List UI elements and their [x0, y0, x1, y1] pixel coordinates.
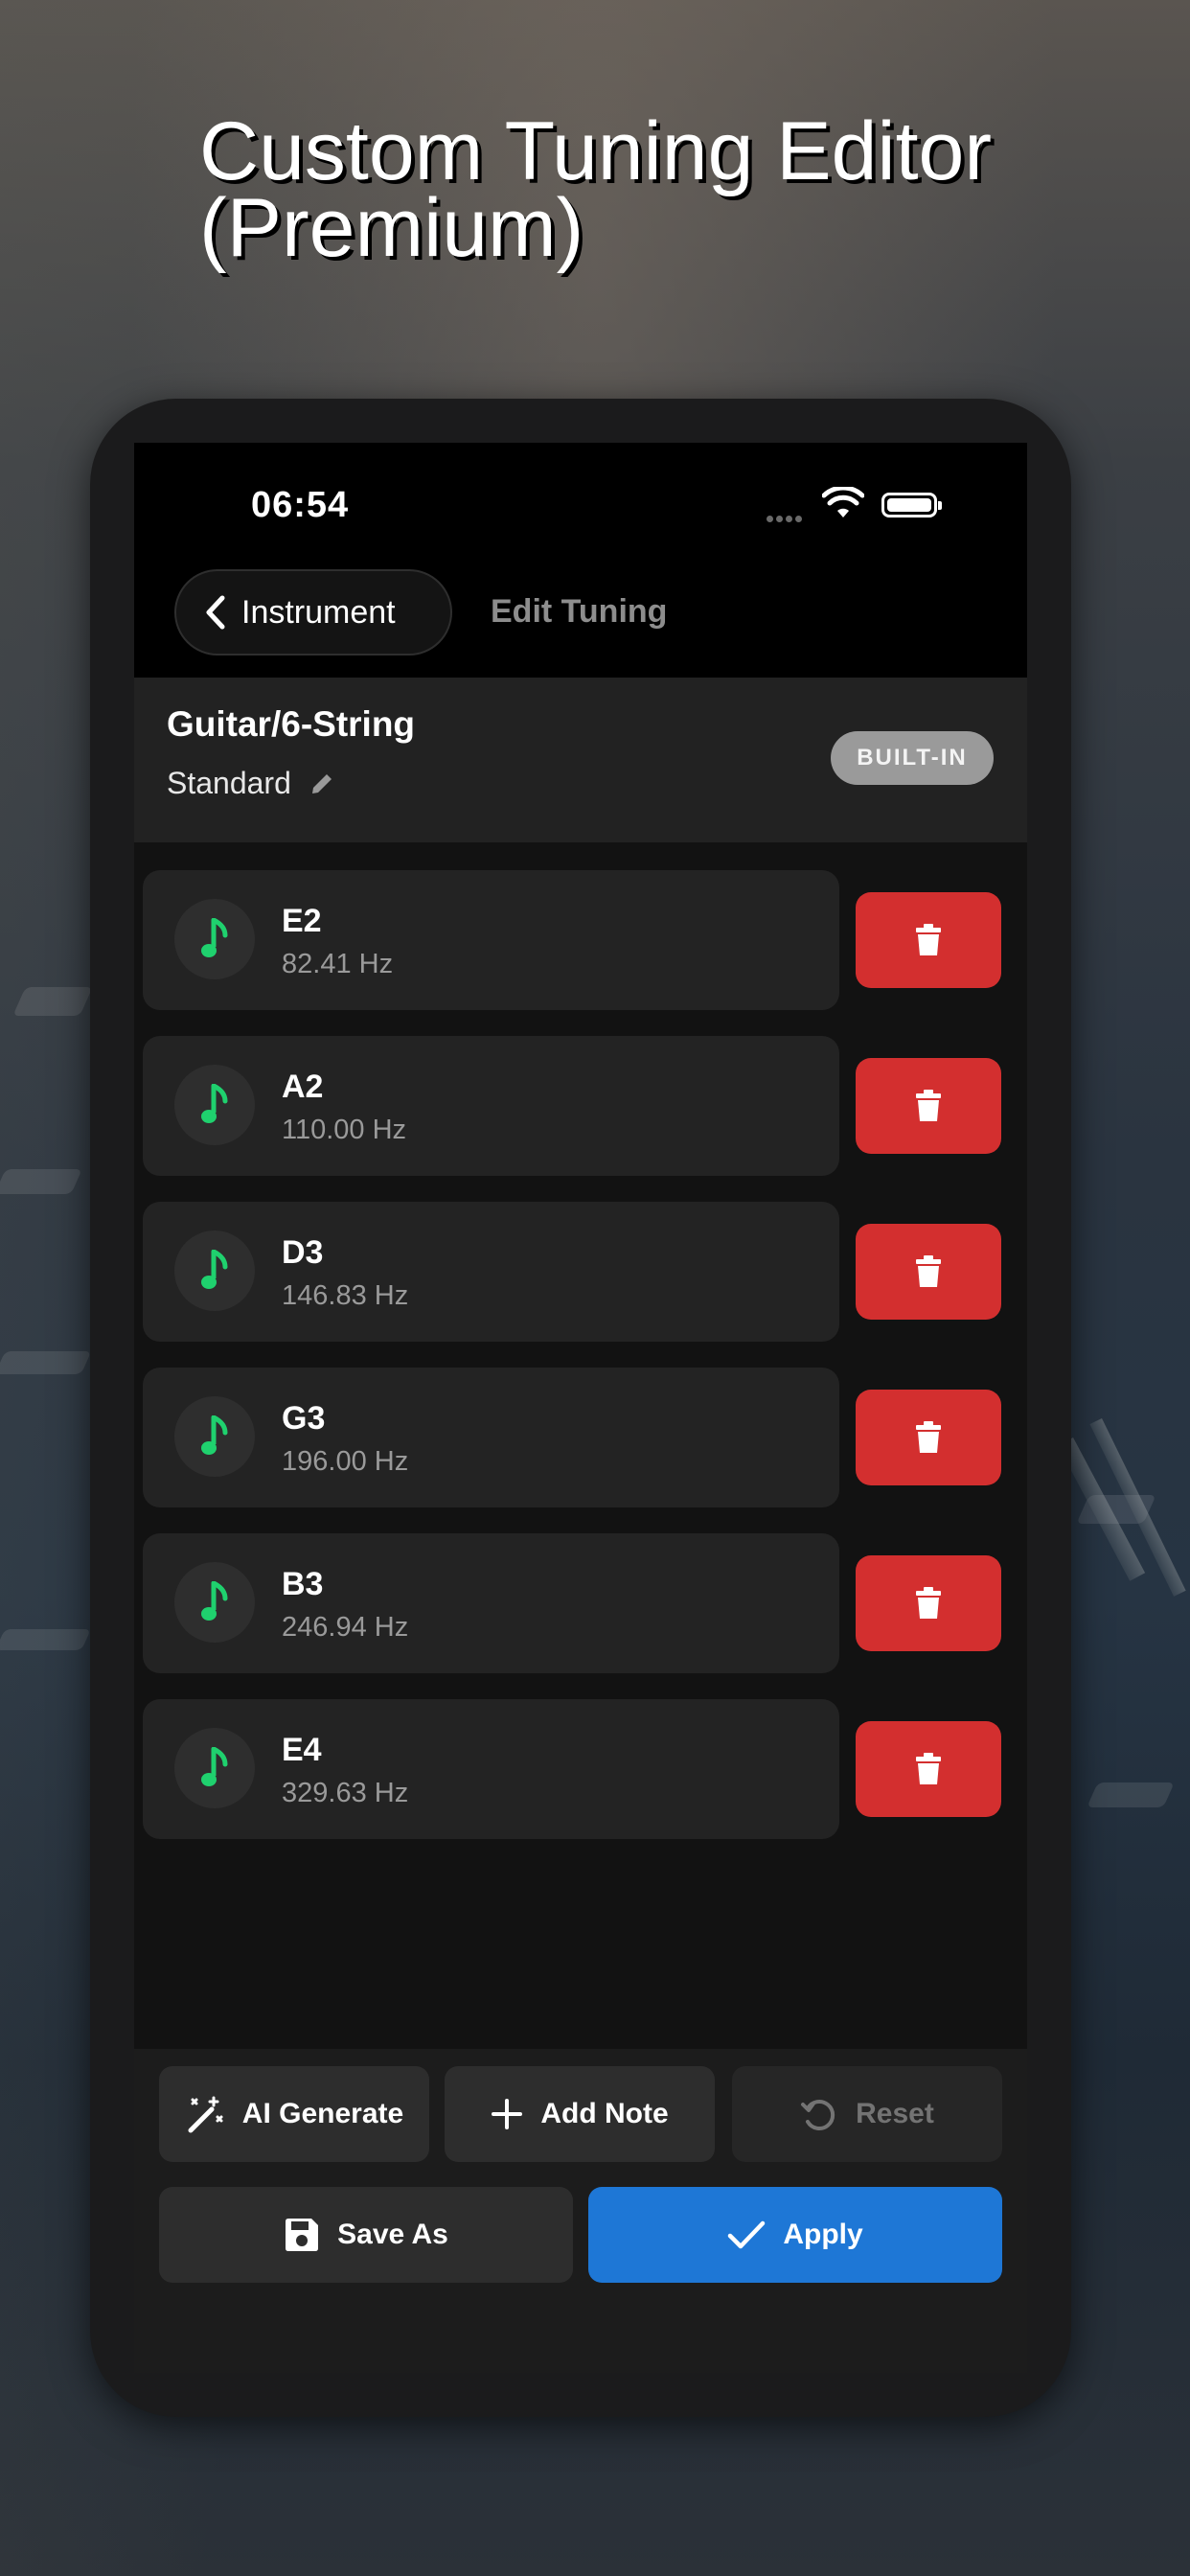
music-note-icon — [174, 1728, 255, 1808]
music-note-icon — [174, 1230, 255, 1311]
tuning-name-row[interactable]: Standard — [167, 766, 335, 801]
note-frequency: 110.00 Hz — [282, 1115, 407, 1145]
note-card[interactable]: D3 146.83 Hz — [143, 1202, 839, 1342]
back-button[interactable]: Instrument — [174, 569, 452, 656]
status-time: 06:54 — [251, 485, 350, 525]
note-row: A2 110.00 Hz — [143, 1036, 1008, 1176]
trash-icon — [916, 1587, 941, 1619]
headline: Custom Tuning Editor (Premium) — [199, 105, 992, 274]
ai-generate-button[interactable]: AI Generate — [159, 2066, 429, 2162]
wifi-icon — [822, 487, 864, 518]
built-in-badge: BUILT-IN — [831, 731, 994, 785]
action-bar: AI Generate Add Note Reset Save As Apply — [134, 2049, 1027, 2373]
apply-label: Apply — [783, 2219, 863, 2250]
note-card[interactable]: B3 246.94 Hz — [143, 1533, 839, 1673]
checkmark-icon — [728, 2220, 766, 2249]
trash-icon — [916, 1090, 941, 1121]
note-row: E4 329.63 Hz — [143, 1699, 1008, 1839]
delete-note-button[interactable] — [856, 1058, 1001, 1154]
music-note-icon — [174, 1562, 255, 1643]
delete-note-button[interactable] — [856, 892, 1001, 988]
note-card[interactable]: G3 196.00 Hz — [143, 1368, 839, 1507]
reset-label: Reset — [856, 2098, 934, 2129]
floppy-disk-icon — [286, 2219, 319, 2251]
back-label: Instrument — [241, 593, 396, 631]
note-frequency: 329.63 Hz — [282, 1778, 409, 1808]
music-note-icon — [174, 899, 255, 979]
note-frequency: 146.83 Hz — [282, 1280, 409, 1311]
status-bar: 06:54 Instrument Edit Tuning — [134, 443, 1027, 678]
delete-note-button[interactable] — [856, 1224, 1001, 1320]
apply-button[interactable]: Apply — [588, 2187, 1002, 2283]
save-as-button[interactable]: Save As — [159, 2187, 573, 2283]
trash-icon — [916, 1753, 941, 1784]
note-card[interactable]: E2 82.41 Hz — [143, 870, 839, 1010]
note-name: D3 — [282, 1234, 324, 1271]
note-name: E4 — [282, 1732, 322, 1768]
delete-note-button[interactable] — [856, 1555, 1001, 1651]
music-note-icon — [174, 1065, 255, 1145]
music-note-icon — [174, 1396, 255, 1477]
note-row: G3 196.00 Hz — [143, 1368, 1008, 1507]
battery-icon — [881, 493, 942, 518]
save-as-label: Save As — [337, 2219, 448, 2250]
note-name: B3 — [282, 1566, 324, 1602]
delete-note-button[interactable] — [856, 1390, 1001, 1485]
chevron-left-icon — [206, 595, 225, 630]
signal-dots-icon — [767, 510, 811, 522]
reset-icon — [801, 2100, 835, 2130]
add-note-button[interactable]: Add Note — [445, 2066, 715, 2162]
note-row: B3 246.94 Hz — [143, 1533, 1008, 1673]
tuning-name: Standard — [167, 766, 291, 800]
trash-icon — [916, 1421, 941, 1453]
trash-icon — [916, 924, 941, 955]
trash-icon — [916, 1255, 941, 1287]
reset-button[interactable]: Reset — [732, 2066, 1002, 2162]
note-frequency: 82.41 Hz — [282, 949, 394, 979]
note-frequency: 246.94 Hz — [282, 1612, 409, 1643]
note-row: D3 146.83 Hz — [143, 1202, 1008, 1342]
magic-wand-icon — [188, 2096, 223, 2133]
pencil-icon[interactable] — [309, 770, 335, 797]
add-note-label: Add Note — [540, 2098, 669, 2129]
note-name: E2 — [282, 903, 322, 939]
note-name: A2 — [282, 1069, 324, 1105]
delete-note-button[interactable] — [856, 1721, 1001, 1817]
page-title: Edit Tuning — [491, 593, 668, 630]
note-card[interactable]: A2 110.00 Hz — [143, 1036, 839, 1176]
plus-icon — [492, 2099, 523, 2129]
app-screen: 06:54 Instrument Edit Tuning Guitar/6-St… — [134, 443, 1027, 2373]
note-row: E2 82.41 Hz — [143, 870, 1008, 1010]
ai-generate-label: AI Generate — [241, 2098, 404, 2129]
tuning-info-panel: Guitar/6-String Standard BUILT-IN — [134, 678, 1027, 842]
note-frequency: 196.00 Hz — [282, 1446, 409, 1477]
instrument-name: Guitar/6-String — [167, 704, 416, 744]
note-card[interactable]: E4 329.63 Hz — [143, 1699, 839, 1839]
note-name: G3 — [282, 1400, 326, 1437]
